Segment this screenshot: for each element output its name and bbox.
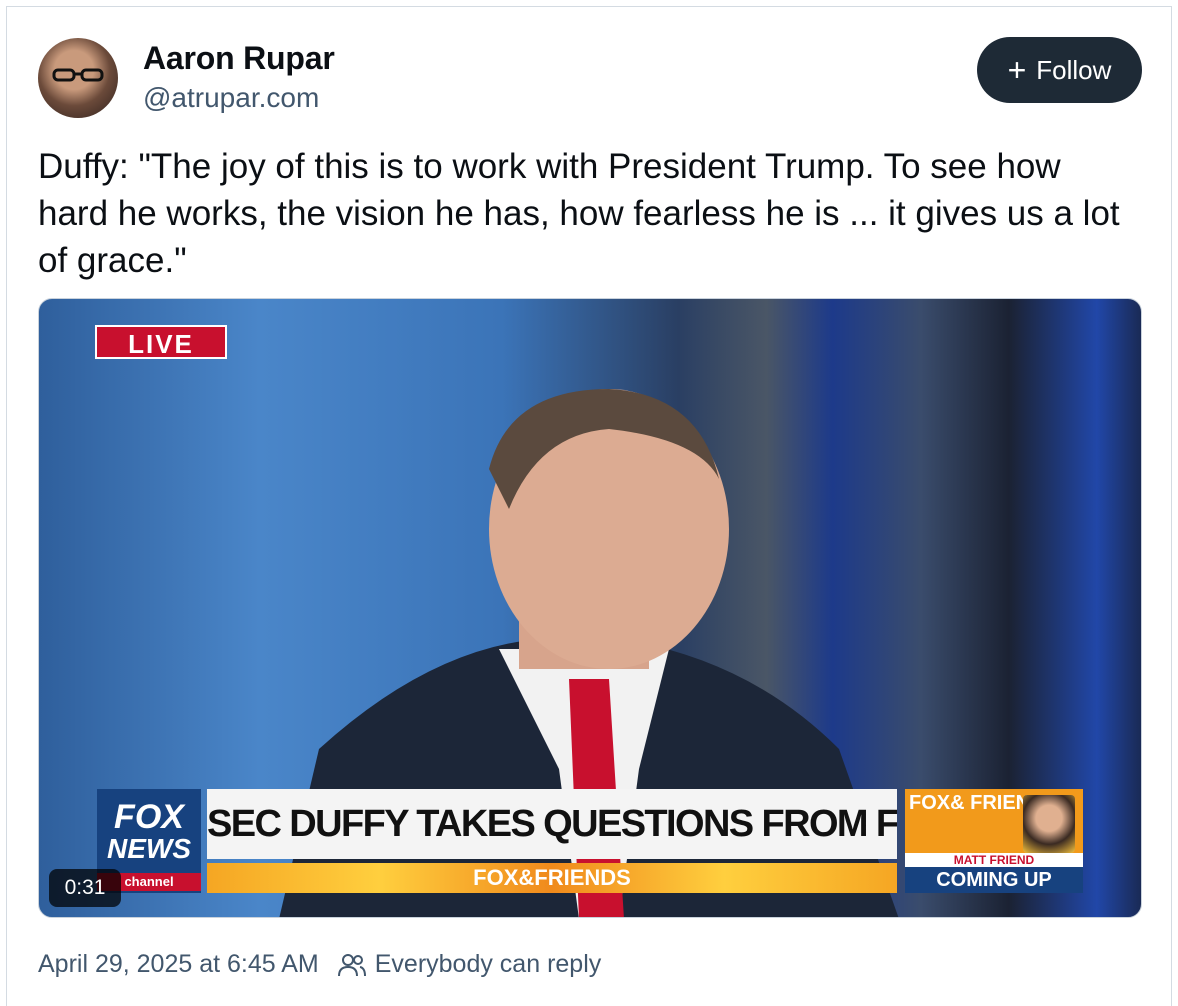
promo-thumbnail: [1023, 795, 1075, 853]
video-timer: 0:31: [49, 869, 121, 907]
video-player[interactable]: LIVE FOX NEWS channel SEC DUFFY TAKES QU…: [38, 298, 1142, 918]
post-meta: April 29, 2025 at 6:45 AM Everybody can …: [38, 950, 601, 979]
glasses-icon: [52, 68, 104, 82]
promo-box: FOX& FRIENDS MATT FRIEND COMING UP: [905, 789, 1083, 893]
follow-button[interactable]: + Follow: [977, 37, 1142, 103]
plus-icon: +: [1007, 52, 1027, 88]
promo-coming-up: COMING UP: [905, 867, 1083, 893]
author-name[interactable]: Aaron Rupar: [143, 40, 335, 77]
people-icon: [337, 953, 366, 976]
logo-fox: FOX: [114, 798, 184, 836]
logo-news: NEWS: [107, 833, 191, 864]
post-timestamp[interactable]: April 29, 2025 at 6:45 AM: [38, 950, 319, 979]
author-handle[interactable]: @atrupar.com: [143, 82, 319, 114]
promo-name: MATT FRIEND: [905, 853, 1083, 867]
news-headline: SEC DUFFY TAKES QUESTIONS FROM F&F LIVE …: [207, 789, 897, 859]
show-name: FOX&FRIENDS: [207, 863, 897, 893]
reply-setting[interactable]: Everybody can reply: [375, 950, 602, 979]
follow-label: Follow: [1036, 54, 1112, 85]
avatar[interactable]: [38, 38, 118, 118]
post-text: Duffy: "The joy of this is to work with …: [38, 147, 1120, 280]
news-lower-third: FOX NEWS channel SEC DUFFY TAKES QUESTIO…: [97, 789, 1083, 893]
live-badge: LIVE: [95, 325, 227, 359]
